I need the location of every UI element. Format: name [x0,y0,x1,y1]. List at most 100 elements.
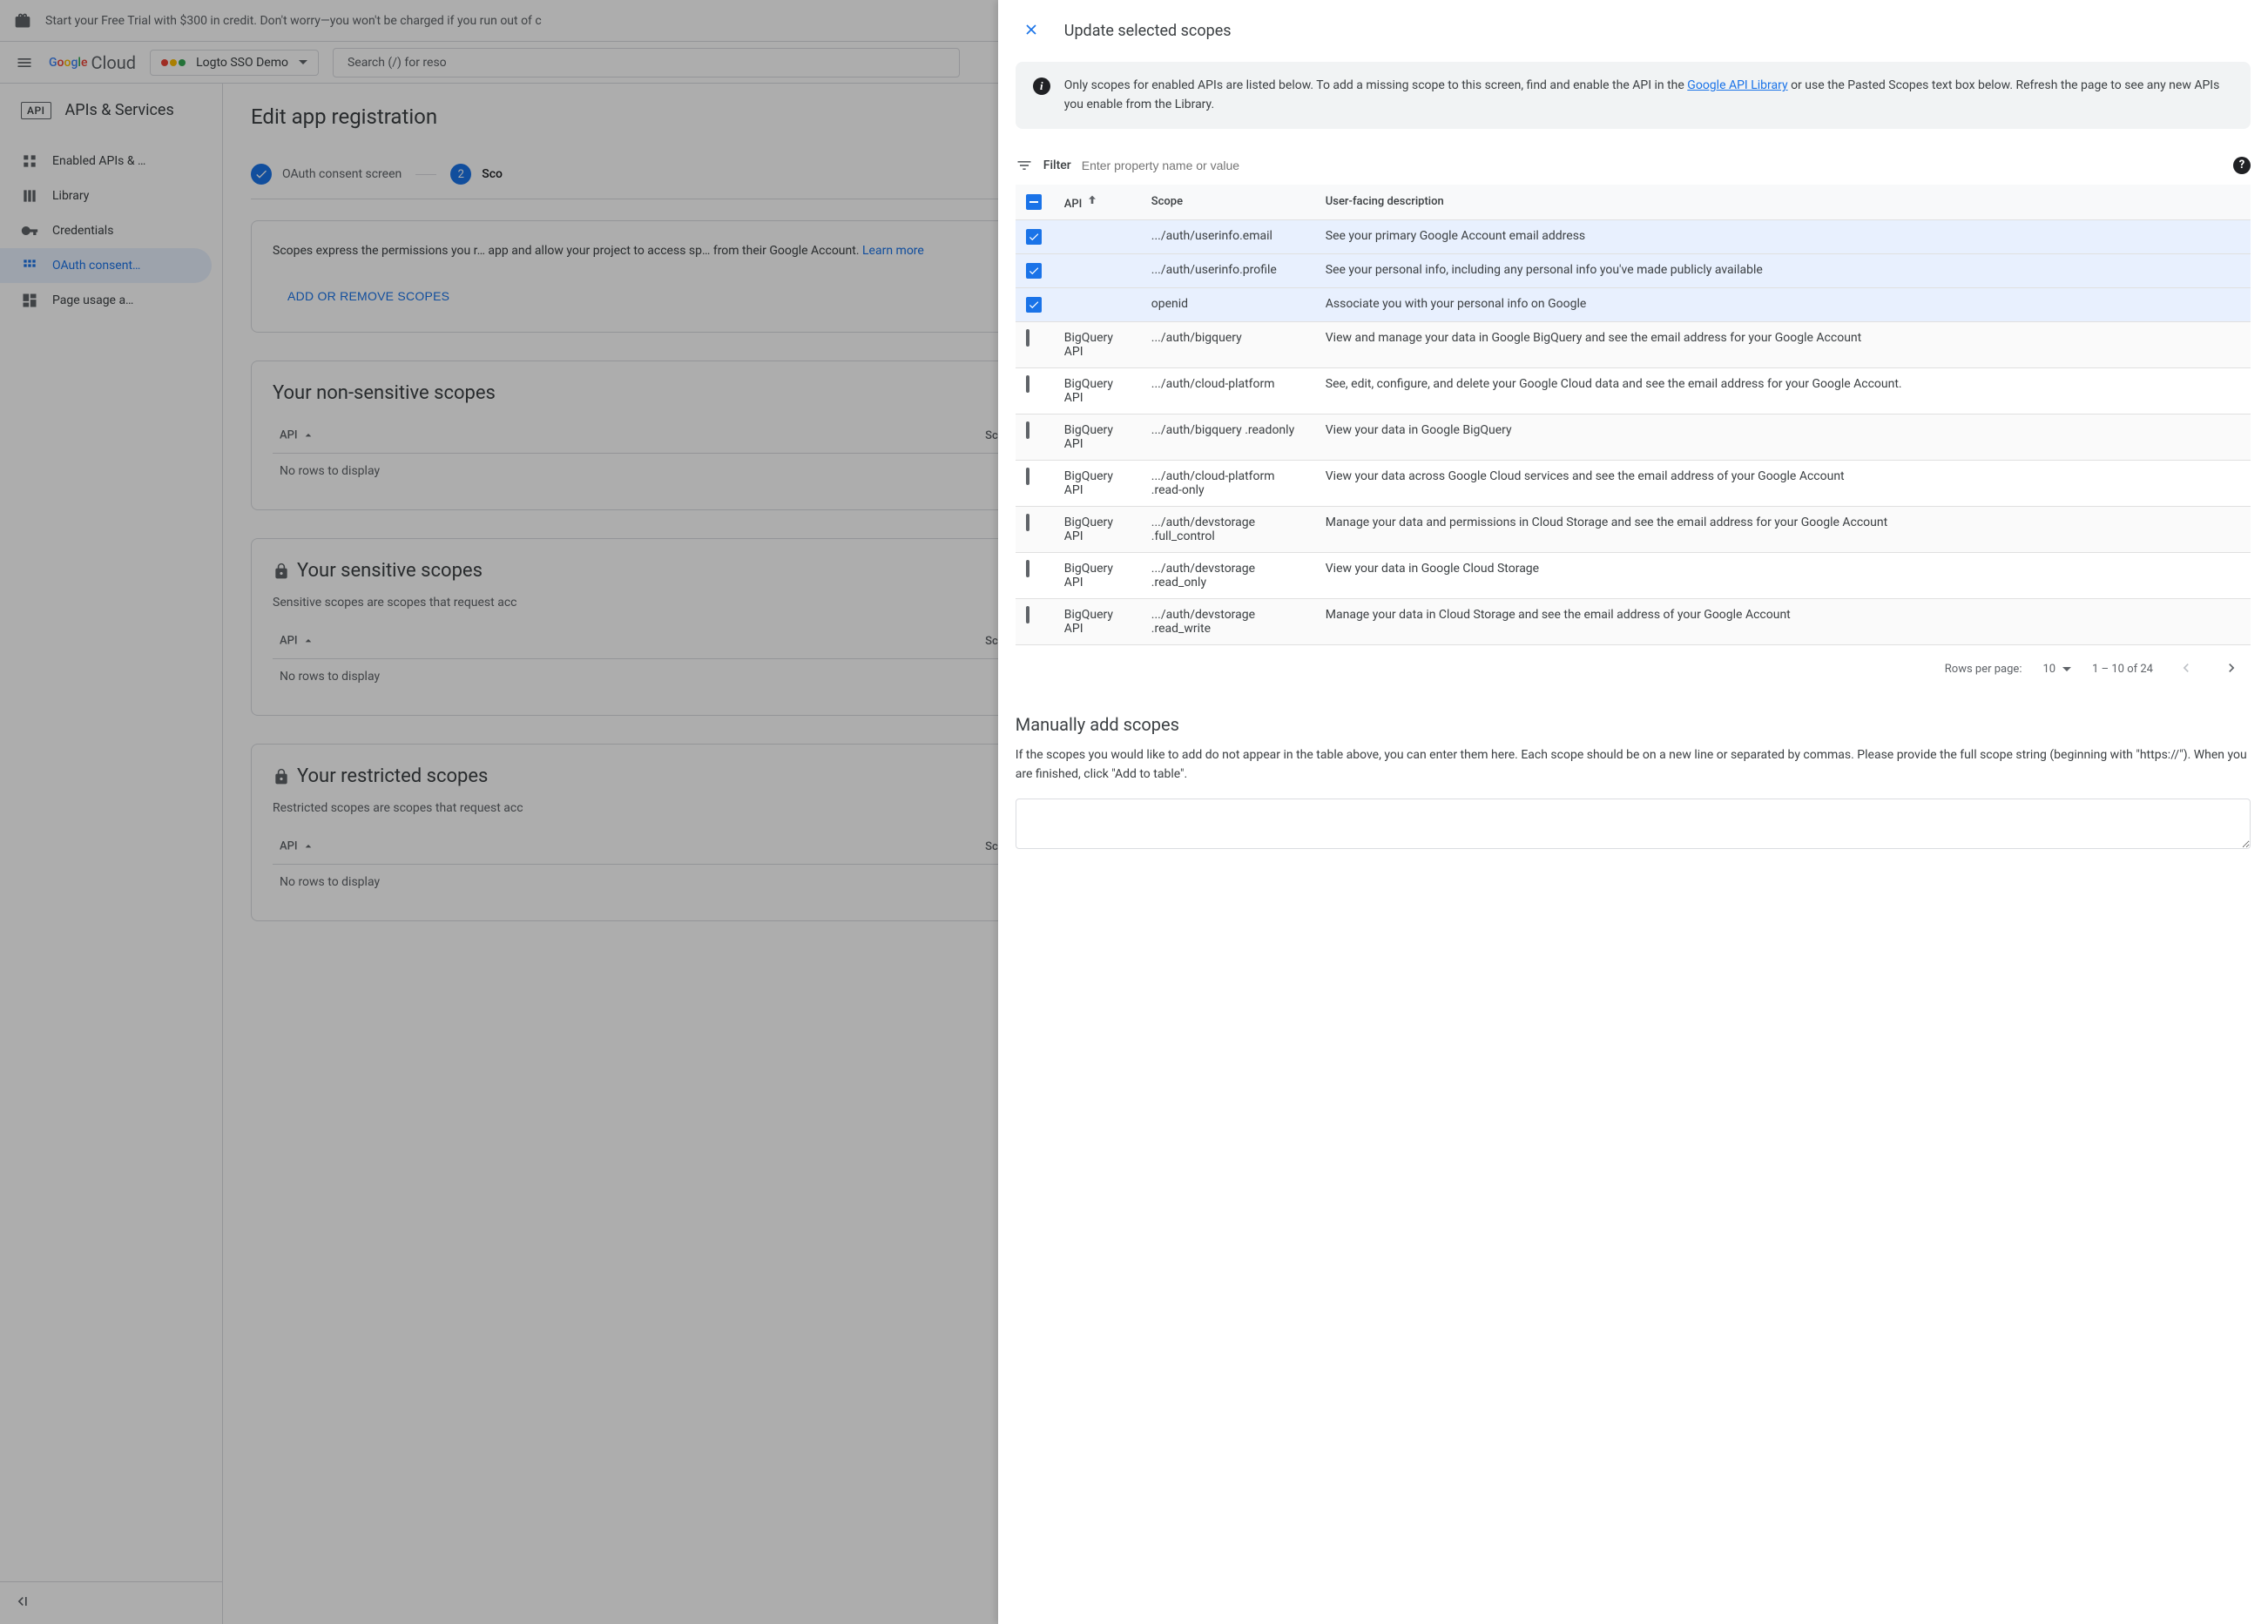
select-all-header[interactable] [1016,185,1054,220]
project-icon [161,59,186,66]
row-checkbox[interactable] [1016,460,1054,506]
sidebar-item-credentials[interactable]: Credentials [0,213,222,248]
row-description: Associate you with your personal info on… [1315,287,2251,321]
prev-page-button[interactable] [2174,656,2198,683]
sidebar-item-enabled-apis[interactable]: Enabled APIs & … [0,144,222,179]
page-usage-icon [21,292,38,309]
sidebar-item-label: Credentials [52,224,113,238]
row-description: See your primary Google Account email ad… [1315,219,2251,253]
logo[interactable]: Google Cloud [49,52,136,73]
col-api[interactable]: API [273,829,978,865]
col-api-label: API [280,839,298,852]
step-label: OAuth consent screen [282,167,402,181]
col-api[interactable]: API [273,418,978,454]
filter-input[interactable] [1082,158,2223,172]
row-scope: .../auth/userinfo.email [1141,219,1315,253]
filter-icon [1016,157,1033,174]
checkbox-unchecked-icon [1026,560,1029,577]
manual-scopes-textarea[interactable] [1016,799,2251,849]
lock-icon [273,563,290,580]
row-api: BigQuery API [1054,414,1141,460]
google-logo-text: Google [49,56,87,70]
sort-up-icon [301,634,315,648]
info-text: Only scopes for enabled APIs are listed … [1064,76,2233,115]
row-checkbox[interactable] [1016,414,1054,460]
pagination: Rows per page: 10 1 – 10 of 24 [1016,645,2251,693]
rows-per-page-select[interactable]: 10 [2042,663,2071,676]
col-api[interactable]: API [273,623,978,659]
scope-row: BigQuery API.../auth/cloud-platformSee, … [1016,367,2251,414]
chevron-right-icon [2223,659,2240,677]
row-description: View your data in Google BigQuery [1315,414,2251,460]
add-remove-scopes-button[interactable]: ADD OR REMOVE SCOPES [273,281,464,311]
check-icon [251,164,272,185]
row-checkbox[interactable] [1016,219,1054,253]
row-scope: .../auth/devstorage .read_only [1141,552,1315,598]
rows-per-page-value: 10 [2042,663,2055,676]
row-scope: .../auth/cloud-platform [1141,367,1315,414]
row-checkbox[interactable] [1016,287,1054,321]
step-2[interactable]: 2 Sco [450,164,503,185]
row-checkbox[interactable] [1016,506,1054,552]
credentials-icon [21,222,38,239]
checkbox-unchecked-icon [1026,329,1029,347]
row-checkbox[interactable] [1016,367,1054,414]
col-api-label: API [280,428,298,441]
close-button[interactable] [1016,14,1047,48]
row-scope: .../auth/bigquery .readonly [1141,414,1315,460]
row-checkbox[interactable] [1016,253,1054,287]
gift-icon [14,12,31,30]
menu-button[interactable] [14,52,35,73]
project-selector[interactable]: Logto SSO Demo [150,50,319,76]
row-scope: .../auth/devstorage .read_write [1141,598,1315,644]
sidebar-item-oauth-consent[interactable]: OAuth consent… [0,248,212,283]
sidebar-item-label: Library [52,189,89,203]
sidebar-title-text: APIs & Services [65,101,174,119]
scope-row: BigQuery API.../auth/bigquery .readonlyV… [1016,414,2251,460]
row-api: BigQuery API [1054,506,1141,552]
help-icon[interactable]: ? [2233,157,2251,174]
next-page-button[interactable] [2219,656,2244,683]
step-label: Sco [482,167,503,181]
step-number: 2 [450,164,471,185]
th-api[interactable]: API [1054,185,1141,220]
lock-icon [273,768,290,785]
google-api-library-link[interactable]: Google API Library [1687,78,1787,92]
enabled-apis-icon [21,152,38,170]
row-description: See your personal info, including any pe… [1315,253,2251,287]
scope-row: BigQuery API.../auth/devstorage .read_on… [1016,552,2251,598]
scopes-drawer: Update selected scopes i Only scopes for… [998,0,2268,1624]
th-description[interactable]: User-facing description [1315,185,2251,220]
section-title-text: Your restricted scopes [297,765,488,787]
info-text-before: Only scopes for enabled APIs are listed … [1064,78,1688,92]
row-checkbox[interactable] [1016,552,1054,598]
sidebar-item-page-usage[interactable]: Page usage a… [0,283,222,318]
row-api [1054,253,1141,287]
scope-row: BigQuery API.../auth/devstorage .full_co… [1016,506,2251,552]
row-checkbox[interactable] [1016,598,1054,644]
collapse-sidebar-button[interactable] [10,1593,31,1614]
scope-row: .../auth/userinfo.profileSee your person… [1016,253,2251,287]
row-api: BigQuery API [1054,598,1141,644]
manual-add-section: Manually add scopes If the scopes you wo… [1016,714,2251,852]
section-title-text: Your sensitive scopes [297,560,483,582]
row-scope: .../auth/userinfo.profile [1141,253,1315,287]
sidebar-item-label: Page usage a… [52,293,133,307]
chevron-down-icon [299,60,307,64]
row-checkbox[interactable] [1016,321,1054,367]
sidebar-title: API APIs & Services [0,84,222,137]
checkbox-unchecked-icon [1026,468,1029,485]
step-1[interactable]: OAuth consent screen [251,164,402,185]
th-scope[interactable]: Scope [1141,185,1315,220]
sidebar-item-library[interactable]: Library [0,179,222,213]
scope-row: openidAssociate you with your personal i… [1016,287,2251,321]
row-scope: .../auth/devstorage .full_control [1141,506,1315,552]
learn-more-link[interactable]: Learn more [862,244,924,258]
checkbox-unchecked-icon [1026,375,1029,393]
row-api [1054,219,1141,253]
menu-icon [16,54,33,71]
search-input[interactable]: Search (/) for reso [333,48,960,77]
row-api: BigQuery API [1054,367,1141,414]
row-description: Manage your data and permissions in Clou… [1315,506,2251,552]
row-description: View and manage your data in Google BigQ… [1315,321,2251,367]
